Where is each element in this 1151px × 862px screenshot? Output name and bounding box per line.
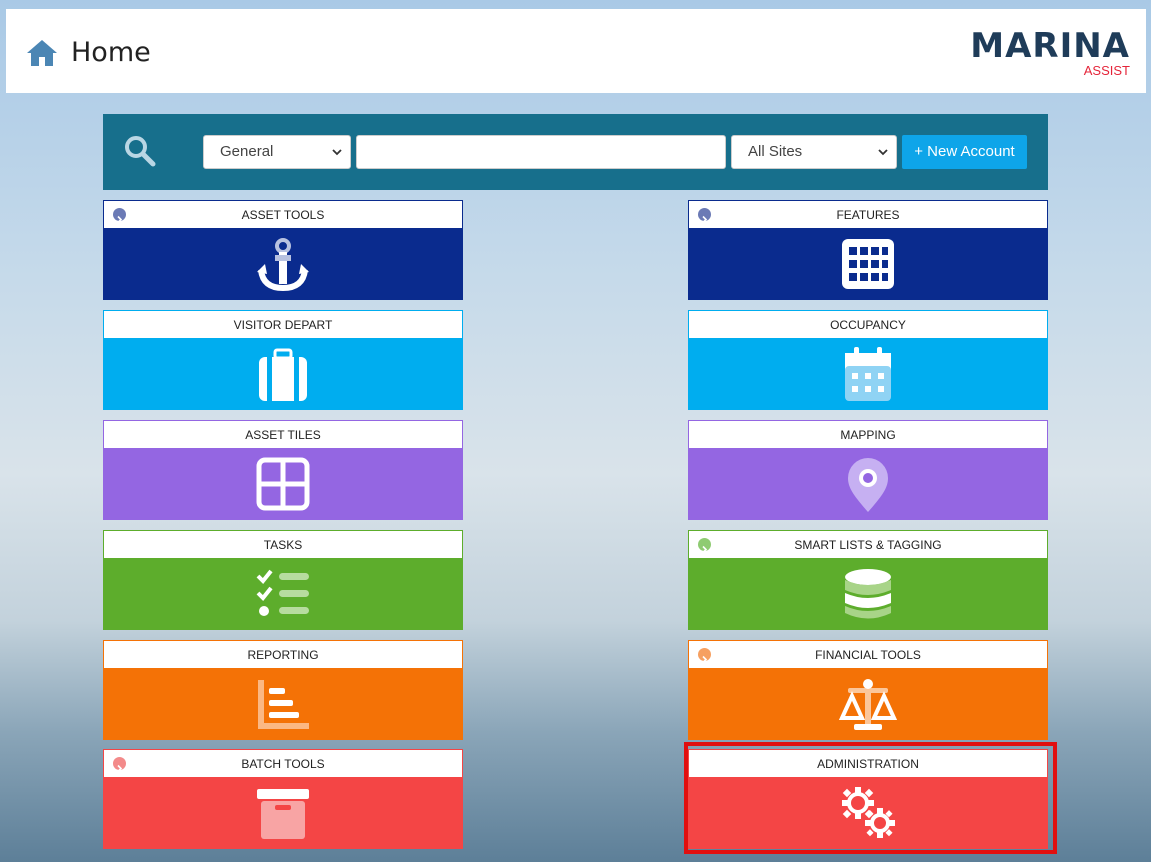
tile-header[interactable]: VISITOR DEPART (103, 310, 463, 339)
logo-sub-text: ASSIST (1083, 63, 1130, 78)
tile-financial-tools[interactable]: FINANCIAL TOOLS (688, 640, 1048, 740)
marina-assist-logo: MARINA ASSIST (970, 26, 1130, 82)
search-input[interactable] (356, 135, 726, 169)
tile-body[interactable] (103, 449, 463, 520)
tile-body[interactable] (688, 449, 1048, 520)
tile-body[interactable] (688, 229, 1048, 300)
sites-select[interactable]: All Sites (731, 135, 897, 169)
tile-header[interactable]: FEATURES (688, 200, 1048, 229)
tile-label: SMART LISTS & TAGGING (794, 538, 942, 552)
tile-header[interactable]: ASSET TOOLS (103, 200, 463, 229)
tile-label: ASSET TOOLS (241, 208, 325, 222)
anchor-icon (253, 236, 313, 294)
logo-main-text: MARINA (970, 26, 1130, 66)
tile-reporting[interactable]: REPORTING (103, 640, 463, 740)
category-select[interactable]: General (203, 135, 351, 169)
tile-body[interactable] (688, 339, 1048, 410)
tile-mapping[interactable]: MAPPING (688, 420, 1048, 520)
expand-arrow-icon[interactable] (113, 757, 126, 773)
tile-header[interactable]: ASSET TILES (103, 420, 463, 449)
tile-label: MAPPING (840, 428, 896, 442)
sites-select-value: All Sites (748, 143, 803, 160)
tile-body[interactable] (103, 339, 463, 410)
search-icon[interactable] (123, 134, 157, 168)
tile-tasks[interactable]: TASKS (103, 530, 463, 630)
category-select-value: General (220, 143, 274, 160)
tile-header[interactable]: MAPPING (688, 420, 1048, 449)
tile-body[interactable] (103, 229, 463, 300)
tile-visitor-depart[interactable]: VISITOR DEPART (103, 310, 463, 410)
checklist-icon (253, 566, 313, 624)
expand-arrow-icon[interactable] (698, 208, 711, 224)
tile-body[interactable] (688, 669, 1048, 740)
tile-header[interactable]: REPORTING (103, 640, 463, 669)
chevron-down-icon (878, 149, 888, 156)
expand-arrow-icon[interactable] (698, 648, 711, 664)
tile-asset-tools[interactable]: ASSET TOOLS (103, 200, 463, 300)
tile-label: FEATURES (836, 208, 900, 222)
home-icon[interactable] (25, 37, 59, 69)
bar-chart-icon (253, 676, 313, 734)
archive-icon (253, 785, 313, 843)
tile-batch-tools[interactable]: BATCH TOOLS (103, 749, 463, 849)
tile-label: ASSET TILES (245, 428, 321, 442)
tile-body[interactable] (103, 559, 463, 630)
tile-features[interactable]: FEATURES (688, 200, 1048, 300)
highlight-box (684, 742, 1057, 854)
tile-label: OCCUPANCY (830, 318, 906, 332)
tile-occupancy[interactable]: OCCUPANCY (688, 310, 1048, 410)
tile-body[interactable] (103, 669, 463, 740)
new-account-button[interactable]: + New Account (902, 135, 1027, 169)
scales-icon (838, 676, 898, 734)
expand-arrow-icon[interactable] (698, 538, 711, 554)
tile-label: FINANCIAL TOOLS (815, 648, 921, 662)
tile-body[interactable] (103, 778, 463, 849)
calendar-icon (838, 346, 898, 404)
tile-header[interactable]: SMART LISTS & TAGGING (688, 530, 1048, 559)
chevron-down-icon (332, 149, 342, 156)
grid-icon (838, 236, 898, 294)
tile-label: VISITOR DEPART (233, 318, 333, 332)
map-pin-icon (838, 456, 898, 514)
tile-label: REPORTING (247, 648, 319, 662)
tile-header[interactable]: OCCUPANCY (688, 310, 1048, 339)
tile-header[interactable]: BATCH TOOLS (103, 749, 463, 778)
suitcase-icon (253, 346, 313, 404)
tile-smart-lists-and-tagging[interactable]: SMART LISTS & TAGGING (688, 530, 1048, 630)
tile-header[interactable]: FINANCIAL TOOLS (688, 640, 1048, 669)
database-icon (838, 566, 898, 624)
tile-header[interactable]: TASKS (103, 530, 463, 559)
search-bar: General All Sites + New Account (103, 114, 1048, 190)
expand-arrow-icon[interactable] (113, 208, 126, 224)
header-bar: Home MARINA ASSIST (6, 9, 1146, 93)
tile-label: TASKS (263, 538, 303, 552)
tiles-icon (253, 456, 313, 514)
tile-asset-tiles[interactable]: ASSET TILES (103, 420, 463, 520)
tile-body[interactable] (688, 559, 1048, 630)
page-title: Home (71, 37, 151, 68)
tile-label: BATCH TOOLS (241, 757, 325, 771)
